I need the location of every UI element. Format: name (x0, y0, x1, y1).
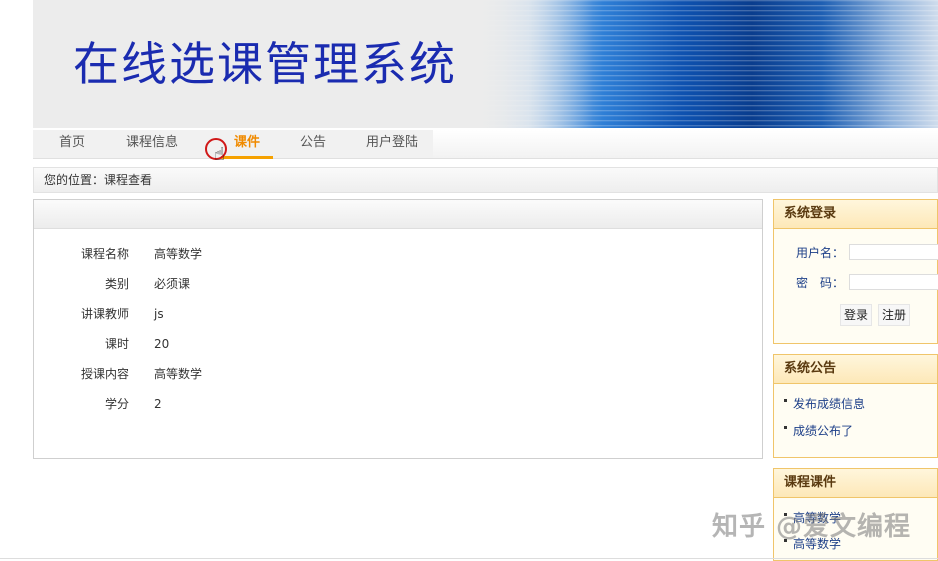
register-button[interactable]: 注册 (878, 304, 911, 326)
detail-label: 授课内容 (80, 367, 129, 381)
login-box-title: 系统登录 (774, 200, 937, 229)
login-box: 系统登录 用户名： 密 码： 登录 注册 (773, 199, 938, 344)
notice-box: 系统公告 发布成绩信息 成绩公布了 (773, 354, 938, 458)
login-button[interactable]: 登录 (840, 304, 873, 326)
notice-item-label: 成绩公布了 (793, 424, 854, 438)
detail-value: 20 (154, 337, 170, 351)
hand-cursor-icon: ☝ (214, 144, 225, 165)
course-detail-panel: 课程名称 高等数学 类别 必须课 讲课教师 js 课时 20 授课内容 高等数学… (33, 199, 763, 459)
detail-label: 课时 (104, 337, 129, 351)
detail-label: 学分 (104, 397, 129, 411)
username-row: 用户名： (774, 244, 938, 262)
banner-fade (473, 0, 593, 128)
detail-value: js (154, 307, 164, 321)
divider (0, 558, 938, 559)
course-detail-header (34, 200, 762, 229)
main-nav: 首页 课程信息 课件 公告 用户登陆 (33, 130, 938, 159)
password-label: 密 码： (795, 276, 844, 290)
breadcrumb: 您的位置：课程查看 (33, 167, 938, 193)
bullet-icon (784, 426, 787, 429)
detail-label: 类别 (104, 277, 129, 291)
watermark: 知乎 @爱文编程 (712, 512, 912, 542)
username-input[interactable] (849, 244, 938, 260)
nav-item-home[interactable]: 首页 (47, 130, 97, 156)
courseware-box-title: 课程课件 (774, 469, 937, 498)
nav-item-course-info[interactable]: 课程信息 (119, 130, 185, 156)
detail-value: 高等数学 (154, 367, 203, 381)
notice-item[interactable]: 发布成绩信息 (784, 395, 865, 413)
detail-value: 高等数学 (154, 247, 203, 261)
notice-item[interactable]: 成绩公布了 (784, 422, 853, 440)
bullet-icon (784, 399, 787, 402)
detail-value: 2 (154, 397, 162, 411)
password-input[interactable] (849, 274, 938, 290)
detail-label: 讲课教师 (80, 307, 129, 321)
notice-item-label: 发布成绩信息 (793, 397, 866, 411)
notice-box-title: 系统公告 (774, 355, 937, 384)
detail-label: 课程名称 (80, 247, 129, 261)
nav-item-user-login[interactable]: 用户登陆 (359, 130, 425, 156)
username-label: 用户名： (795, 246, 844, 260)
password-row: 密 码： (774, 274, 938, 292)
site-title: 在线选课管理系统 (73, 37, 457, 91)
detail-value: 必须课 (154, 277, 191, 291)
header-banner: 在线选课管理系统 (33, 0, 938, 128)
nav-item-notice[interactable]: 公告 (291, 130, 335, 156)
nav-item-courseware[interactable]: 课件 (221, 130, 273, 159)
